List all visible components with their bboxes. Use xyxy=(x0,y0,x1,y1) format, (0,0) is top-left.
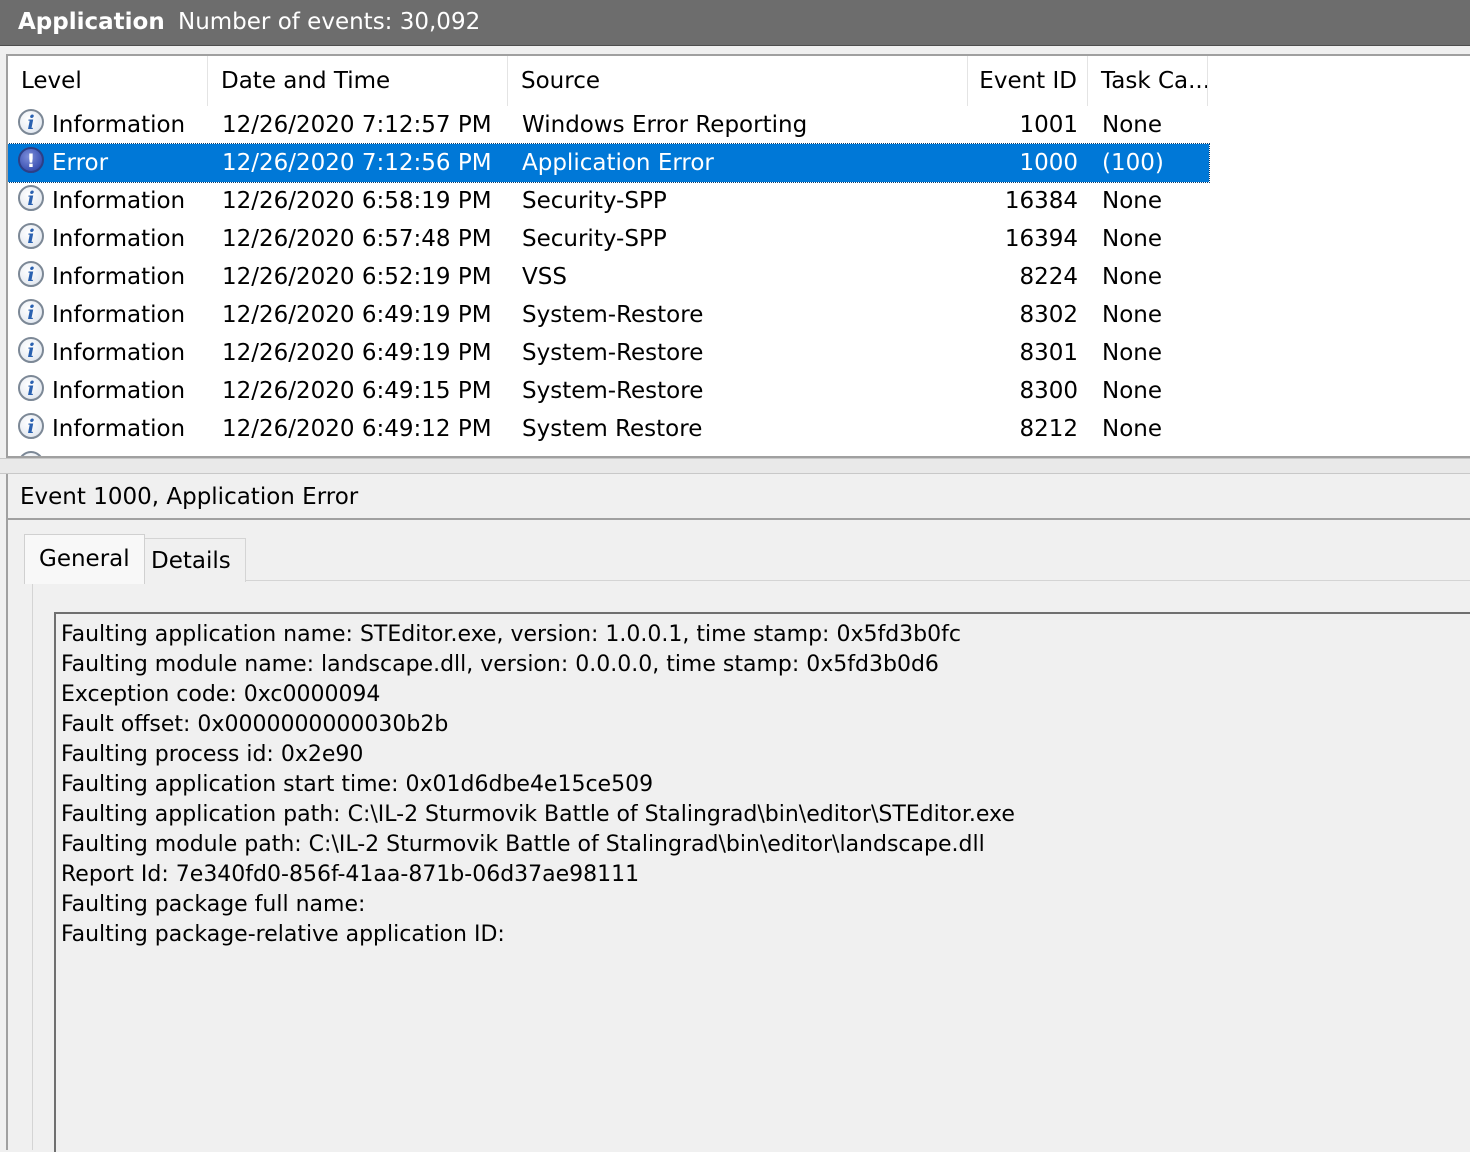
cell-event-id: 8212 xyxy=(1019,416,1078,442)
column-header-event-id[interactable]: Event ID xyxy=(968,56,1088,106)
cell-date-time: 12/26/2020 6:49:19 PM xyxy=(222,340,492,366)
table-row[interactable]: ! Error 12/26/2020 7:12:56 PM Application E… xyxy=(8,143,1210,183)
information-icon: i xyxy=(18,299,44,325)
description-line: Faulting application name: STEditor.exe,… xyxy=(61,622,961,647)
table-row[interactable]: i Information 12/26/2020 6:57:48 PM Securit… xyxy=(8,220,1209,258)
table-row-partial[interactable]: i xyxy=(8,448,1209,456)
event-details-title: Event 1000, Application Error xyxy=(8,474,1470,520)
tab-details[interactable]: Details xyxy=(136,538,246,582)
column-header-level[interactable]: Level xyxy=(8,56,208,106)
event-list[interactable]: Level Date and Time Source Event ID Task… xyxy=(6,54,1470,458)
table-row[interactable]: i Information 12/26/2020 6:49:12 PM System … xyxy=(8,410,1209,448)
cell-level: Information xyxy=(52,416,186,442)
cell-source: Security-SPP xyxy=(522,226,667,252)
cell-date-time: 12/26/2020 7:12:56 PM xyxy=(222,150,492,176)
event-description-textbox[interactable]: Faulting application name: STEditor.exe,… xyxy=(54,612,1470,1152)
table-row[interactable]: i Information 12/26/2020 6:58:19 PM Securit… xyxy=(8,182,1209,220)
cell-level: Information xyxy=(52,226,186,252)
table-row[interactable]: i Information 12/26/2020 7:12:57 PM Windows… xyxy=(8,106,1209,144)
cell-task-category: None xyxy=(1102,226,1163,252)
cell-task-category: None xyxy=(1102,302,1163,328)
column-header-task-category[interactable]: Task Ca... xyxy=(1088,56,1208,106)
cell-source: System-Restore xyxy=(522,340,704,366)
table-row[interactable]: i Information 12/26/2020 6:52:19 PM VSS 8224… xyxy=(8,258,1209,296)
description-line: Faulting package-relative application ID… xyxy=(61,922,505,947)
cell-source: System-Restore xyxy=(522,378,704,404)
description-line: Faulting application start time: 0x01d6d… xyxy=(61,772,654,797)
cell-task-category: None xyxy=(1102,188,1163,214)
table-row[interactable]: i Information 12/26/2020 6:49:15 PM System-… xyxy=(8,372,1209,410)
cell-task-category: None xyxy=(1102,112,1163,138)
description-line: Faulting application path: C:\IL-2 Sturm… xyxy=(61,802,1015,827)
column-header-source[interactable]: Source xyxy=(508,56,968,106)
description-line: Report Id: 7e340fd0-856f-41aa-871b-06d37… xyxy=(61,862,640,887)
cell-source: VSS xyxy=(522,264,567,290)
cell-task-category: None xyxy=(1102,378,1163,404)
information-icon: i xyxy=(18,337,44,363)
error-icon: ! xyxy=(18,147,44,173)
description-line: Faulting module name: landscape.dll, ver… xyxy=(61,652,939,677)
cell-event-id: 8224 xyxy=(1019,264,1078,290)
description-line: Faulting process id: 0x2e90 xyxy=(61,742,364,767)
information-icon: i xyxy=(18,223,44,249)
log-name: Application xyxy=(18,9,165,35)
information-icon: i xyxy=(18,375,44,401)
cell-level: Information xyxy=(52,188,186,214)
cell-event-id: 8302 xyxy=(1019,302,1078,328)
description-line: Exception code: 0xc0000094 xyxy=(61,682,381,707)
column-header-date-time[interactable]: Date and Time xyxy=(208,56,508,106)
cell-task-category: None xyxy=(1102,264,1163,290)
cell-date-time: 12/26/2020 7:12:57 PM xyxy=(222,112,492,138)
cell-event-id: 1000 xyxy=(1019,150,1078,176)
cell-date-time: 12/26/2020 6:52:19 PM xyxy=(222,264,492,290)
description-line: Fault offset: 0x0000000000030b2b xyxy=(61,712,449,737)
cell-level: Information xyxy=(52,264,186,290)
pane-splitter[interactable] xyxy=(0,458,1470,474)
cell-date-time: 12/26/2020 6:57:48 PM xyxy=(222,226,492,252)
cell-source: Windows Error Reporting xyxy=(522,112,808,138)
cell-date-time: 12/26/2020 6:49:19 PM xyxy=(222,302,492,328)
information-icon: i xyxy=(18,413,44,439)
cell-level: Information xyxy=(52,378,186,404)
description-line: Faulting module path: C:\IL-2 Sturmovik … xyxy=(61,832,985,857)
cell-event-id: 16384 xyxy=(1004,188,1078,214)
tab-general[interactable]: General xyxy=(24,534,145,584)
cell-event-id: 16394 xyxy=(1004,226,1078,252)
cell-source: Application Error xyxy=(522,150,714,176)
cell-event-id: 1001 xyxy=(1019,112,1078,138)
log-title-bar: Application Number of events: 30,092 xyxy=(0,0,1470,46)
cell-task-category: (100) xyxy=(1102,150,1164,176)
cell-date-time: 12/26/2020 6:58:19 PM xyxy=(222,188,492,214)
cell-source: Security-SPP xyxy=(522,188,667,214)
cell-level: Information xyxy=(52,302,186,328)
table-row[interactable]: i Information 12/26/2020 6:49:19 PM System-… xyxy=(8,334,1209,372)
cell-event-id: 8300 xyxy=(1019,378,1078,404)
event-details-pane: Event 1000, Application Error General De… xyxy=(6,474,1470,1152)
cell-task-category: None xyxy=(1102,416,1163,442)
cell-level: Error xyxy=(52,150,109,176)
table-row[interactable]: i Information 12/26/2020 6:49:19 PM System-… xyxy=(8,296,1209,334)
cell-date-time: 12/26/2020 6:49:12 PM xyxy=(222,416,492,442)
cell-level: Information xyxy=(52,112,186,138)
cell-event-id: 8301 xyxy=(1019,340,1078,366)
information-icon: i xyxy=(18,451,44,456)
information-icon: i xyxy=(18,185,44,211)
cell-date-time: 12/26/2020 6:49:15 PM xyxy=(222,378,492,404)
cell-level: Information xyxy=(52,340,186,366)
information-icon: i xyxy=(18,261,44,287)
cell-source: System-Restore xyxy=(522,302,704,328)
description-line: Faulting package full name: xyxy=(61,892,366,917)
cell-source: System Restore xyxy=(522,416,703,442)
information-icon: i xyxy=(18,109,44,135)
event-count: Number of events: 30,092 xyxy=(178,9,481,35)
cell-task-category: None xyxy=(1102,340,1163,366)
